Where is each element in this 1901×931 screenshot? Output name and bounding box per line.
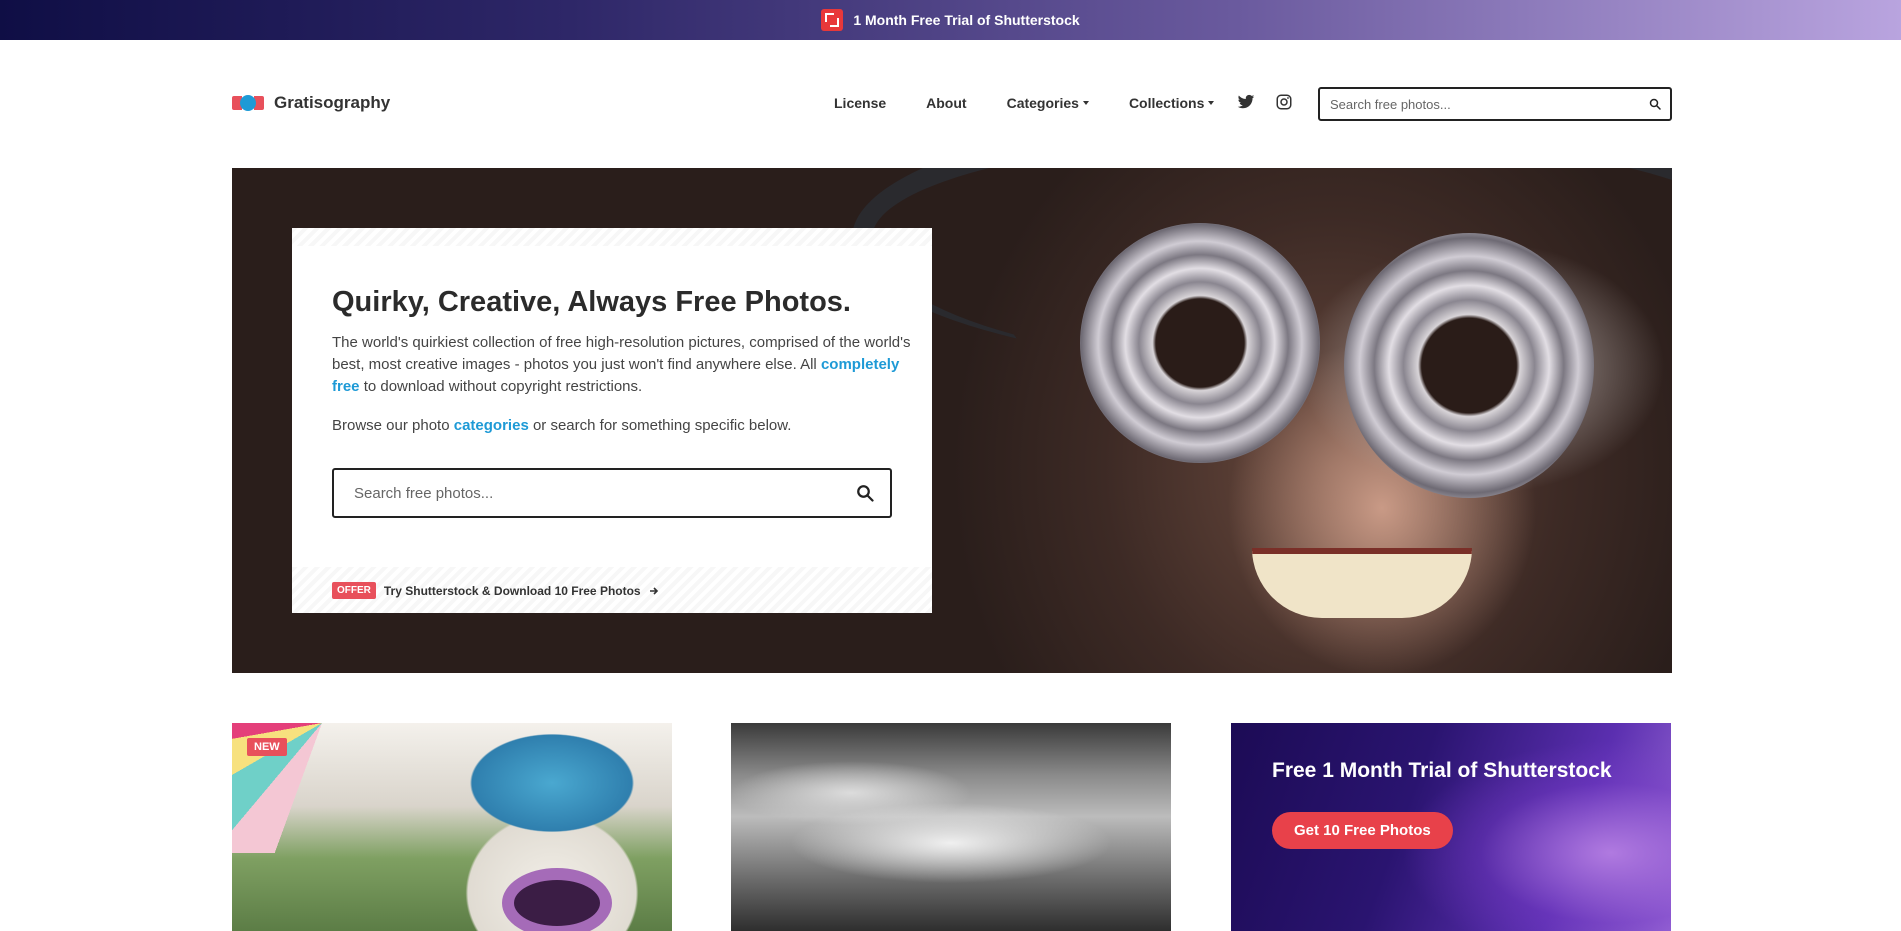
arrow-right-icon (649, 586, 658, 595)
nav-about[interactable]: About (926, 95, 966, 111)
nav-collections[interactable]: Collections (1128, 95, 1215, 111)
site-header: Gratisography License About Categories C… (232, 80, 1672, 126)
instagram-icon[interactable] (1275, 93, 1293, 111)
gratisography-logo-icon (232, 94, 264, 112)
header-search (1318, 87, 1672, 121)
nav-categories-label: Categories (1006, 95, 1079, 111)
twitter-icon[interactable] (1237, 93, 1255, 111)
hero-title: Quirky, Creative, Always Free Photos. (332, 286, 851, 318)
offer-link[interactable]: OFFER Try Shutterstock & Download 10 Fre… (332, 582, 659, 599)
nav-license-label: License (834, 95, 887, 111)
offer-badge: OFFER (332, 582, 376, 599)
brand-link[interactable]: Gratisography (232, 93, 390, 113)
hero-section: Quirky, Creative, Always Free Photos. Th… (232, 168, 1672, 673)
hero-card: Quirky, Creative, Always Free Photos. Th… (292, 228, 932, 613)
get-free-photos-button[interactable]: Get 10 Free Photos (1272, 812, 1453, 849)
nav-license[interactable]: License (834, 95, 886, 111)
header-search-button[interactable] (1640, 89, 1670, 119)
categories-link[interactable]: categories (454, 417, 529, 434)
nav-categories[interactable]: Categories (1007, 95, 1089, 111)
caret-down-icon (1208, 101, 1215, 105)
offer-text: Try Shutterstock & Download 10 Free Phot… (383, 583, 641, 598)
nav-collections-label: Collections (1128, 95, 1205, 111)
hero-description: The world's quirkiest collection of free… (332, 334, 911, 395)
shutterstock-promo-card: Free 1 Month Trial of Shutterstock Get 1… (1231, 723, 1671, 931)
nav-about-label: About (926, 95, 967, 111)
header-search-input[interactable] (1320, 89, 1640, 119)
hero-search-input[interactable] (334, 470, 840, 516)
new-badge: NEW (247, 738, 287, 756)
shutterstock-logo-icon (821, 9, 844, 31)
hero-browse-text: Browse our photo categories or search fo… (332, 417, 792, 434)
hero-search-button[interactable] (840, 470, 890, 516)
main-nav: License About Categories Collections (834, 80, 1254, 126)
promo-card-title: Free 1 Month Trial of Shutterstock (1272, 759, 1612, 782)
promo-text[interactable]: 1 Month Free Trial of Shutterstock (853, 12, 1079, 28)
search-icon (857, 485, 874, 502)
search-icon (1649, 98, 1661, 110)
photo-card-clown[interactable]: NEW (232, 723, 672, 931)
brand-name: Gratisography (274, 93, 391, 112)
photo-card-clouds[interactable] (731, 723, 1171, 931)
hero-search (332, 468, 892, 518)
caret-down-icon (1082, 101, 1089, 105)
promo-bar[interactable]: 1 Month Free Trial of Shutterstock (0, 0, 1901, 40)
social-links (1237, 93, 1293, 111)
